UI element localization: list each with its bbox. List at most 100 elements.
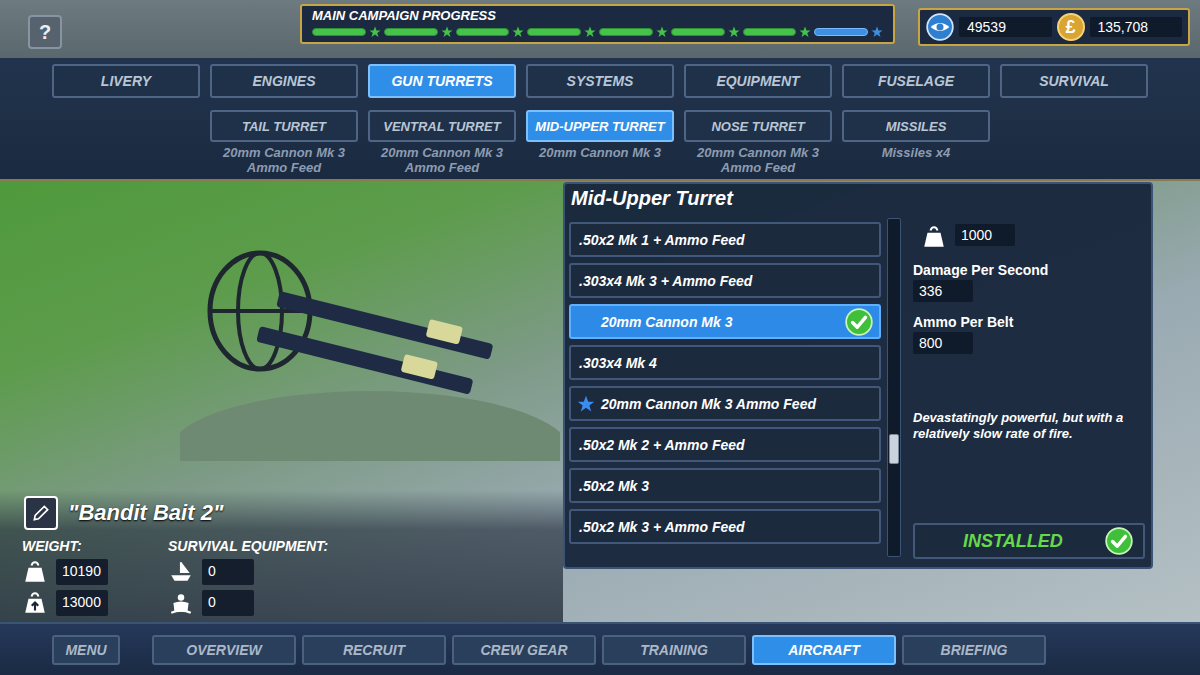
turret-caption: 20mm Cannon Mk 3 bbox=[539, 145, 661, 175]
progress-segment bbox=[456, 28, 510, 36]
stat-value: 800 bbox=[913, 332, 973, 354]
nav-button[interactable]: OVERVIEW bbox=[152, 635, 296, 665]
turret-slot: MISSILESMissiles x4 bbox=[842, 110, 990, 175]
pencil-icon bbox=[31, 503, 51, 523]
panel-body: .50x2 Mk 1 + Ammo Feed .303x4 Mk 3 + Ammo… bbox=[569, 212, 1147, 559]
category-tab[interactable]: ENGINES bbox=[210, 64, 358, 98]
life-vest-row: 0 bbox=[168, 590, 328, 616]
weight-value: 10190 bbox=[56, 559, 108, 585]
progress-track bbox=[312, 26, 883, 38]
list-scrollbar[interactable] bbox=[887, 218, 901, 557]
turret-tab[interactable]: MISSILES bbox=[842, 110, 990, 142]
intel-icon bbox=[926, 13, 954, 41]
turret-option[interactable]: .303x4 Mk 3 + Ammo Feed bbox=[569, 263, 881, 298]
intel-value: 49539 bbox=[959, 17, 1052, 37]
survival-label: SURVIVAL EQUIPMENT: bbox=[168, 538, 328, 554]
progress-star-icon bbox=[441, 26, 453, 38]
install-button[interactable]: INSTALLED bbox=[913, 523, 1145, 559]
progress-segment bbox=[671, 28, 725, 36]
turret-caption: 20mm Cannon Mk 3Ammo Feed bbox=[381, 145, 503, 175]
rename-button[interactable] bbox=[24, 496, 58, 530]
progress-segment bbox=[384, 28, 438, 36]
scroll-thumb[interactable] bbox=[889, 434, 899, 464]
scene-right bbox=[1153, 181, 1200, 622]
nav-button[interactable]: MENU bbox=[52, 635, 120, 665]
new-star-icon bbox=[577, 395, 595, 413]
turret-tab[interactable]: NOSE TURRET bbox=[684, 110, 832, 142]
nav-button[interactable]: CREW GEAR bbox=[452, 635, 596, 665]
progress-segment bbox=[599, 28, 653, 36]
category-tab[interactable]: GUN TURRETS bbox=[368, 64, 516, 98]
campaign-title: MAIN CAMPAIGN PROGRESS bbox=[312, 8, 883, 24]
max-weight-icon bbox=[22, 590, 48, 616]
progress-segment bbox=[527, 28, 581, 36]
stat-value: 336 bbox=[913, 280, 973, 302]
nav-button[interactable]: TRAINING bbox=[602, 635, 746, 665]
aircraft-column: "Bandit Bait 2" WEIGHT: 10190 13000 SURVIVAL… bbox=[0, 181, 563, 622]
turret-option[interactable]: .303x4 Mk 4 bbox=[569, 345, 881, 380]
stat-label: Damage Per Second bbox=[913, 262, 1145, 278]
bottom-nav: MENU OVERVIEWRECRUITCREW GEARTRAININGAIRC… bbox=[0, 622, 1200, 675]
dinghy-row: 0 bbox=[168, 559, 328, 585]
aircraft-name: "Bandit Bait 2" bbox=[68, 500, 223, 526]
turret-caption: 20mm Cannon Mk 3Ammo Feed bbox=[223, 145, 345, 175]
aircraft-view: "Bandit Bait 2" WEIGHT: 10190 13000 SURVIVAL… bbox=[0, 181, 1200, 622]
turret-option[interactable]: .50x2 Mk 1 + Ammo Feed bbox=[569, 222, 881, 257]
progress-segment bbox=[814, 28, 868, 36]
panel-title: Mid-Upper Turret bbox=[569, 186, 1147, 212]
nav-button[interactable]: AIRCRAFT bbox=[752, 635, 896, 665]
turret-render bbox=[180, 221, 560, 461]
survival-group: SURVIVAL EQUIPMENT: 0 0 bbox=[168, 538, 328, 616]
aircraft-name-row: "Bandit Bait 2" bbox=[0, 496, 563, 530]
max-weight-value: 13000 bbox=[56, 590, 108, 616]
new-badge bbox=[577, 395, 595, 413]
currency-panel: 49539£135,708 bbox=[918, 8, 1190, 46]
turret-list: .50x2 Mk 1 + Ammo Feed .303x4 Mk 3 + Ammo… bbox=[569, 212, 881, 559]
turret-option[interactable]: .50x2 Mk 3 + Ammo Feed bbox=[569, 509, 881, 544]
progress-star-icon bbox=[369, 26, 381, 38]
stat-label: Ammo Per Belt bbox=[913, 314, 1145, 330]
check-icon bbox=[845, 308, 873, 336]
life-vest-value: 0 bbox=[202, 590, 254, 616]
turret-tabs: TAIL TURRET20mm Cannon Mk 3Ammo FeedVENT… bbox=[0, 110, 1200, 175]
category-tab[interactable]: SYSTEMS bbox=[526, 64, 674, 98]
turret-tab[interactable]: TAIL TURRET bbox=[210, 110, 358, 142]
category-tab[interactable]: SURVIVAL bbox=[1000, 64, 1148, 98]
category-tabs: LIVERY ENGINES GUN TURRETS SYSTEMS EQUIPMENT… bbox=[0, 64, 1200, 98]
turret-details: 1000 Damage Per Second 336 Ammo Per Belt 800… bbox=[907, 212, 1147, 559]
weight-icon bbox=[22, 559, 48, 585]
turret-tab[interactable]: MID-UPPER TURRET bbox=[526, 110, 674, 142]
coin-icon: £ bbox=[1057, 13, 1085, 41]
turret-panel: Mid-Upper Turret .50x2 Mk 1 + Ammo Feed .3… bbox=[563, 182, 1153, 569]
weight-label: WEIGHT: bbox=[22, 538, 108, 554]
turret-option[interactable]: .50x2 Mk 3 bbox=[569, 468, 881, 503]
aircraft-stats: WEIGHT: 10190 13000 SURVIVAL EQUIPMENT: 0 0 bbox=[0, 530, 563, 616]
turret-slot: NOSE TURRET20mm Cannon Mk 3Ammo Feed bbox=[684, 110, 832, 175]
progress-segment bbox=[743, 28, 797, 36]
turret-description: Devastatingly powerful, but with a relat… bbox=[913, 410, 1145, 442]
dinghy-icon bbox=[168, 559, 194, 585]
help-button[interactable]: ? bbox=[28, 15, 62, 49]
check-icon bbox=[1105, 527, 1133, 555]
hangar-screen: ? MAIN CAMPAIGN PROGRESS 49539£135,708 LIVE… bbox=[0, 0, 1200, 675]
category-tab[interactable]: FUSELAGE bbox=[842, 64, 990, 98]
life-vest-icon bbox=[168, 590, 194, 616]
progress-star-icon bbox=[871, 26, 883, 38]
weight-row: 10190 bbox=[22, 559, 108, 585]
progress-star-icon bbox=[656, 26, 668, 38]
equipped-badge bbox=[845, 308, 873, 336]
turret-option[interactable]: 20mm Cannon Mk 3 bbox=[569, 304, 881, 339]
turret-tab[interactable]: VENTRAL TURRET bbox=[368, 110, 516, 142]
turret-weight: 1000 bbox=[921, 224, 1145, 250]
turret-slot: VENTRAL TURRET20mm Cannon Mk 3Ammo Feed bbox=[368, 110, 516, 175]
progress-segment bbox=[312, 28, 366, 36]
nav-button[interactable]: BRIEFING bbox=[902, 635, 1046, 665]
aircraft-summary: "Bandit Bait 2" WEIGHT: 10190 13000 SURVIVAL… bbox=[0, 490, 563, 622]
category-tab[interactable]: EQUIPMENT bbox=[684, 64, 832, 98]
turret-option[interactable]: .50x2 Mk 2 + Ammo Feed bbox=[569, 427, 881, 462]
nav-button[interactable]: RECRUIT bbox=[302, 635, 446, 665]
category-tab[interactable]: LIVERY bbox=[52, 64, 200, 98]
turret-option[interactable]: 20mm Cannon Mk 3 Ammo Feed bbox=[569, 386, 881, 421]
max-weight-row: 13000 bbox=[22, 590, 108, 616]
weight-group: WEIGHT: 10190 13000 bbox=[22, 538, 108, 616]
